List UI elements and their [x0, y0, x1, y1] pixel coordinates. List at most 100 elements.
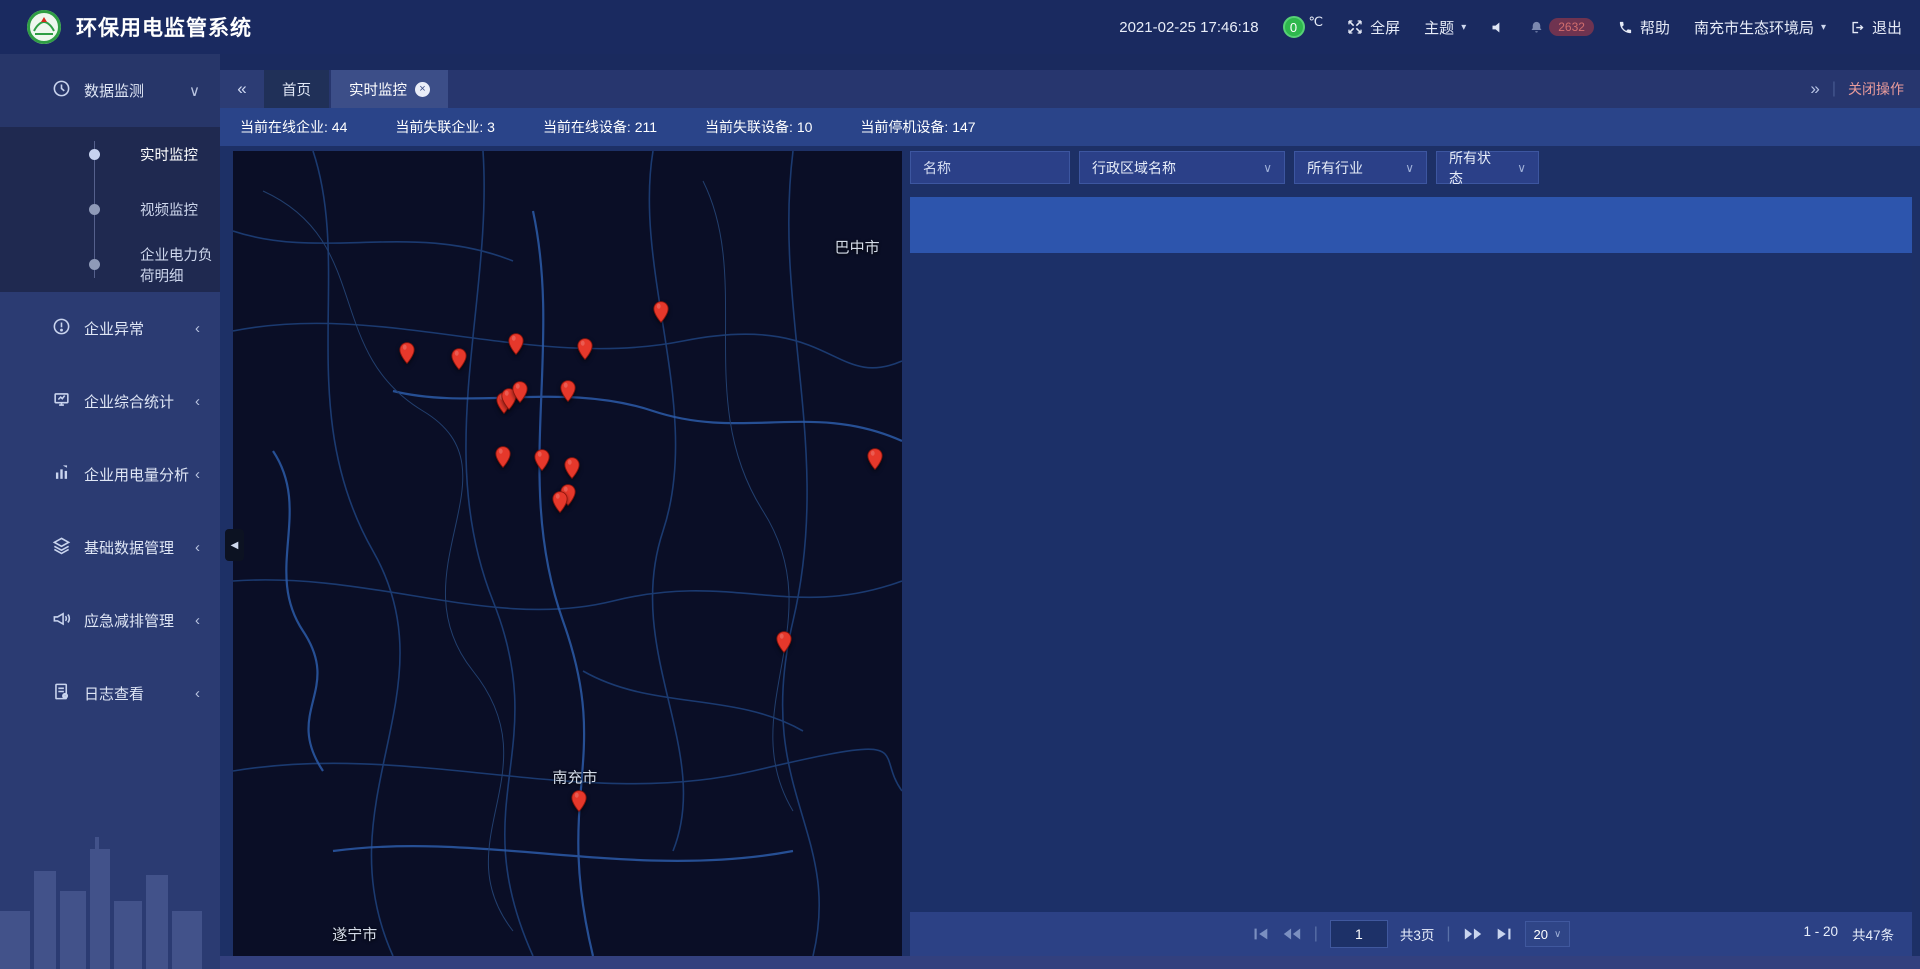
page-size-select[interactable]: 20 ∨ [1525, 921, 1571, 947]
speaker-icon [1490, 20, 1505, 35]
fullscreen-icon [1347, 19, 1363, 35]
sidebar-subitem-0[interactable]: 实时监控 [0, 127, 220, 182]
industry-filter-value: 所有行业 [1307, 158, 1363, 178]
submenu-dot-icon [89, 259, 100, 270]
next-page-button[interactable] [1463, 927, 1483, 941]
map-pin-1[interactable] [451, 348, 467, 370]
map-pin-14[interactable] [552, 491, 568, 513]
logout-button[interactable]: 退出 [1850, 17, 1902, 38]
map-pin-0[interactable] [399, 342, 415, 364]
sidebar-subitem-2[interactable]: 企业电力负荷明细 [0, 237, 220, 292]
first-page-button[interactable] [1252, 927, 1270, 941]
city-label-2: 遂宁市 [332, 924, 377, 945]
sidebar-subitem-label: 视频监控 [140, 199, 198, 220]
org-dropdown[interactable]: 南充市生态环境局 ▾ [1694, 17, 1826, 38]
total-count-label: 共47条 [1852, 924, 1894, 944]
sidebar-item-6[interactable]: 日志查看‹ [0, 657, 220, 730]
city-label-0: 巴中市 [835, 236, 880, 257]
stat-value: 211 [635, 119, 657, 135]
status-filter-value: 所有状态 [1449, 148, 1503, 188]
sidebar-item-0[interactable]: 数据监测∨ [0, 54, 220, 127]
sidebar-subitem-1[interactable]: 视频监控 [0, 182, 220, 237]
stat-value: 10 [797, 119, 813, 135]
tabs-scroll-left-button[interactable]: « [220, 70, 264, 108]
help-button[interactable]: 帮助 [1618, 17, 1670, 38]
name-filter-input[interactable] [910, 151, 1070, 184]
table-header [910, 197, 1912, 253]
chevron-down-icon: ▾ [1461, 22, 1466, 33]
chevron-left-icon: ‹ [195, 685, 200, 702]
sidebar-item-1[interactable]: 企业异常‹ [0, 292, 220, 365]
map-pin-12[interactable] [867, 448, 883, 470]
map-pin-2[interactable] [508, 333, 524, 355]
stat-value: 147 [952, 119, 975, 135]
tab-0[interactable]: 首页 [264, 70, 329, 108]
enterprise-table: | 共3页 | 20 [910, 197, 1912, 956]
stat-item-1: 当前失联企业: 3 [395, 117, 495, 137]
map-pin-7[interactable] [512, 381, 528, 403]
map-pin-15[interactable] [776, 631, 792, 653]
horn-icon [52, 609, 71, 632]
page-size-value: 20 [1534, 927, 1548, 942]
tabs-scroll-right-button[interactable]: » [1810, 79, 1819, 99]
bell-icon [1529, 20, 1544, 35]
stat-item-4: 当前停机设备: 147 [860, 117, 975, 137]
sidebar-item-3[interactable]: 企业用电量分析‹ [0, 438, 220, 511]
chevron-left-icon: ‹ [195, 320, 200, 337]
close-icon[interactable]: × [415, 82, 430, 97]
stats-icon [52, 390, 71, 413]
fullscreen-button[interactable]: 全屏 [1347, 17, 1400, 38]
map-pin-4[interactable] [653, 301, 669, 323]
map-pin-9[interactable] [495, 446, 511, 468]
map-pin-16[interactable] [571, 790, 587, 812]
page-number-input[interactable] [1330, 920, 1388, 948]
tab-row: « 首页实时监控× » | 关闭操作 [220, 70, 1920, 108]
region-filter-select[interactable]: 行政区域名称 ∨ [1079, 151, 1285, 184]
map-pin-10[interactable] [534, 449, 550, 471]
notifications-badge: 2632 [1549, 18, 1594, 36]
prev-page-button[interactable] [1282, 927, 1302, 941]
stat-item-2: 当前在线设备: 211 [543, 117, 657, 137]
status-filter-select[interactable]: 所有状态 ∨ [1436, 151, 1539, 184]
sidebar-submenu: 实时监控视频监控企业电力负荷明细 [0, 127, 220, 292]
chevron-down-icon: ∨ [1263, 161, 1272, 175]
record-range: 1 - 20 共47条 [1803, 924, 1894, 944]
sidebar-item-label: 企业综合统计 [84, 391, 174, 412]
map-pin-8[interactable] [560, 380, 576, 402]
sidebar-item-2[interactable]: 企业综合统计‹ [0, 365, 220, 438]
map-pin-11[interactable] [564, 457, 580, 479]
temperature-value: 0 [1283, 16, 1305, 38]
submenu-dot-icon [89, 204, 100, 215]
divider: | [1446, 925, 1450, 943]
chevron-left-icon: ‹ [195, 612, 200, 629]
last-page-button[interactable] [1495, 927, 1513, 941]
datetime: 2021-02-25 17:46:18 [1119, 19, 1258, 36]
map-panel[interactable]: 巴中市南充市遂宁市 ◀ [233, 151, 902, 956]
stat-label: 当前在线设备: [543, 119, 635, 135]
sidebar-item-label: 基础数据管理 [84, 537, 174, 558]
stats-bar: 当前在线企业: 44当前失联企业: 3当前在线设备: 211当前失联设备: 10… [220, 108, 1920, 146]
bottom-strip [220, 956, 1920, 969]
brand: 环保用电监管系统 [26, 9, 252, 45]
map-pin-3[interactable] [577, 338, 593, 360]
tab-1[interactable]: 实时监控× [331, 70, 448, 108]
stat-value: 44 [332, 119, 348, 135]
city-label-1: 南充市 [552, 767, 597, 788]
notifications-button[interactable]: 2632 [1529, 18, 1594, 36]
theme-button[interactable]: 主题 ▾ [1424, 17, 1466, 38]
chevron-left-icon: ‹ [195, 466, 200, 483]
panel-collapse-button[interactable]: ◀ [225, 529, 244, 561]
tabbar-right: » | 关闭操作 [1810, 70, 1920, 108]
sidebar-item-5[interactable]: 应急减排管理‹ [0, 584, 220, 657]
industry-filter-select[interactable]: 所有行业 ∨ [1294, 151, 1427, 184]
mute-button[interactable] [1490, 20, 1505, 35]
app-title: 环保用电监管系统 [76, 12, 252, 42]
close-operations-button[interactable]: 关闭操作 [1848, 79, 1904, 99]
range-label: 1 - 20 [1803, 924, 1838, 944]
filter-bar: 行政区域名称 ∨ 所有行业 ∨ 所有状态 ∨ [910, 151, 1912, 191]
chevron-down-icon: ∨ [1405, 161, 1414, 175]
sidebar-item-4[interactable]: 基础数据管理‹ [0, 511, 220, 584]
city-skyline-decoration [0, 819, 220, 969]
pagination-bar: | 共3页 | 20 [910, 912, 1912, 956]
layers-icon [52, 536, 71, 559]
